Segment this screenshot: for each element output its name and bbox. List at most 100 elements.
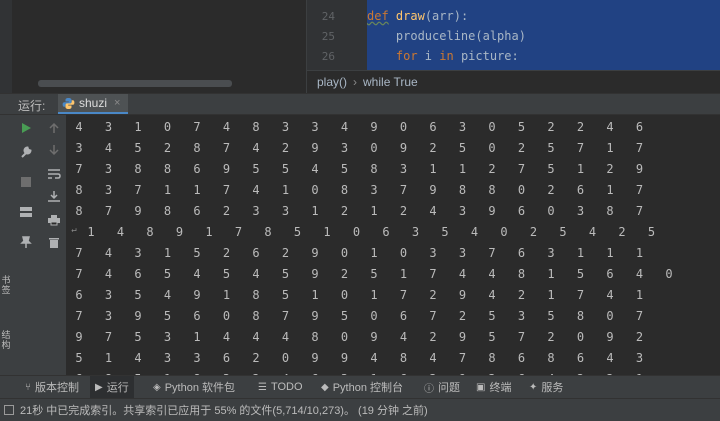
soft-wrap-icon: [48, 169, 61, 179]
console-digit: 7: [222, 183, 231, 197]
code-line: produceline(alpha): [367, 29, 526, 43]
console-digit: 1: [576, 162, 585, 176]
tool-tab-3[interactable]: ◈ Python 软件包: [148, 376, 240, 398]
run-tab[interactable]: shuzi ×: [58, 94, 129, 114]
structure-label[interactable]: 结构: [0, 330, 12, 350]
tool-tab-2[interactable]: ▶ 运行: [90, 376, 134, 398]
horizontal-scrollbar[interactable]: [38, 80, 232, 87]
console-digit: 8: [606, 204, 614, 218]
tool-tab-5[interactable]: ◆ Python 控制台: [316, 376, 408, 398]
status-bar: 21秒 中已完成索引。共享索引已应用于 55% 的文件(5,714/10,273…: [0, 398, 720, 421]
console-digit: 5: [340, 309, 349, 323]
tool-tab-1[interactable]: ⑂ 版本控制: [20, 376, 84, 398]
console-digit: 5: [547, 162, 555, 176]
console-digit: 6: [252, 246, 260, 260]
console-digit: 7: [134, 183, 142, 197]
console-digit: 0: [488, 141, 496, 155]
status-icon[interactable]: [4, 405, 14, 415]
pin-tab-button[interactable]: [17, 233, 35, 251]
console-digit: 4: [252, 183, 260, 197]
line-number: 26: [321, 50, 335, 63]
console-digit: 8: [488, 183, 496, 197]
soft-wrap-button[interactable]: [45, 165, 63, 183]
console-digit: 9: [175, 225, 184, 239]
layout-button[interactable]: [17, 203, 35, 221]
scroll-to-end-button[interactable]: [45, 187, 63, 205]
console-digit: 8: [488, 351, 496, 365]
left-editor-pane: [12, 0, 307, 93]
console-digit: 7: [75, 309, 83, 323]
console-digit: 7: [104, 204, 113, 218]
console-digit: 3: [340, 141, 349, 155]
console-digit: 3: [104, 288, 113, 302]
arrow-up-icon: [49, 122, 59, 133]
console-digit: 6: [382, 225, 390, 239]
console-digit: 8: [163, 162, 172, 176]
scroll-down-button[interactable]: [45, 141, 63, 159]
console-digit: 5: [134, 288, 142, 302]
console-digit: 5: [340, 162, 349, 176]
print-button[interactable]: [45, 211, 63, 229]
console-digit: 8: [163, 204, 172, 218]
console-digit: 1: [458, 162, 467, 176]
console-digit: 6: [193, 309, 201, 323]
console-digit: 4: [635, 267, 644, 281]
run-toolbar: [12, 115, 40, 375]
console-output[interactable]: 4310748334906305224634528742930925025717…: [66, 115, 720, 375]
scroll-up-button[interactable]: [45, 119, 63, 137]
console-digit: 5: [281, 162, 290, 176]
console-digit: 1: [635, 288, 644, 302]
console-digit: 7: [517, 330, 526, 344]
console-digit: 5: [134, 330, 142, 344]
console-digit: 1: [134, 120, 142, 134]
console-line: 83711741083798802617: [66, 180, 720, 200]
console-digit: 4: [104, 141, 113, 155]
tool-tab-7[interactable]: ▣ 终端: [471, 376, 516, 398]
tool-tab-4[interactable]: ☰ TODO: [253, 376, 308, 398]
close-icon[interactable]: ×: [114, 97, 120, 109]
clear-all-button[interactable]: [45, 233, 63, 251]
tool-window-bar: ⑂ 版本控制 ▶ 运行 ◈ Python 软件包 ☰ TODO ◆ Python 控制台 ⓘ 问题 ▣ 终…: [0, 375, 720, 398]
console-digit: 6: [134, 267, 142, 281]
console-digit: 4: [104, 267, 113, 281]
console-digit: 0: [399, 120, 408, 134]
console-digit: 5: [576, 267, 585, 281]
console-digit: 0: [222, 309, 231, 323]
console-digit: 4: [116, 225, 125, 239]
stop-button[interactable]: [17, 173, 35, 191]
console-digit: 6: [576, 351, 585, 365]
console-digit: 1: [281, 183, 290, 197]
console-digit: 4: [606, 120, 614, 134]
bookmarks-label[interactable]: 书签: [0, 275, 12, 295]
console-digit: 5: [547, 309, 555, 323]
console-digit: 5: [559, 225, 567, 239]
console-digit: 1: [370, 204, 378, 218]
console-digit: 2: [547, 120, 555, 134]
edit-configuration-button[interactable]: [17, 143, 35, 161]
console-digit: 8: [340, 183, 349, 197]
tool-tab-6[interactable]: ⓘ 问题: [419, 376, 465, 398]
console-digit: 7: [193, 120, 201, 134]
breadcrumb-item[interactable]: play(): [317, 75, 347, 89]
console-digit: 5: [458, 141, 467, 155]
console-digit: 5: [517, 120, 526, 134]
trash-icon: [49, 237, 59, 248]
breadcrumb-item[interactable]: while True: [363, 75, 418, 89]
console-digit: 0: [370, 309, 378, 323]
console-digit: 8: [311, 330, 319, 344]
console-digit: 3: [399, 162, 408, 176]
fold-gutter: [357, 0, 367, 70]
console-digit: 9: [488, 204, 496, 218]
console-digit: 8: [75, 204, 83, 218]
code-editor[interactable]: 24 25 26 def draw(arr): produceline(alph…: [307, 0, 720, 70]
console-digit: 7: [234, 225, 243, 239]
console-digit: 2: [547, 330, 555, 344]
console-digit: 5: [134, 141, 142, 155]
tool-tab-label: Python 软件包: [164, 382, 236, 394]
console-digit: 3: [429, 246, 437, 260]
console-digit: 4: [429, 351, 437, 365]
console-digit: 6: [517, 351, 526, 365]
tool-tab-8[interactable]: ✦ 服务: [524, 376, 568, 398]
rerun-button[interactable]: [17, 119, 35, 137]
console-digit: 0: [399, 246, 408, 260]
